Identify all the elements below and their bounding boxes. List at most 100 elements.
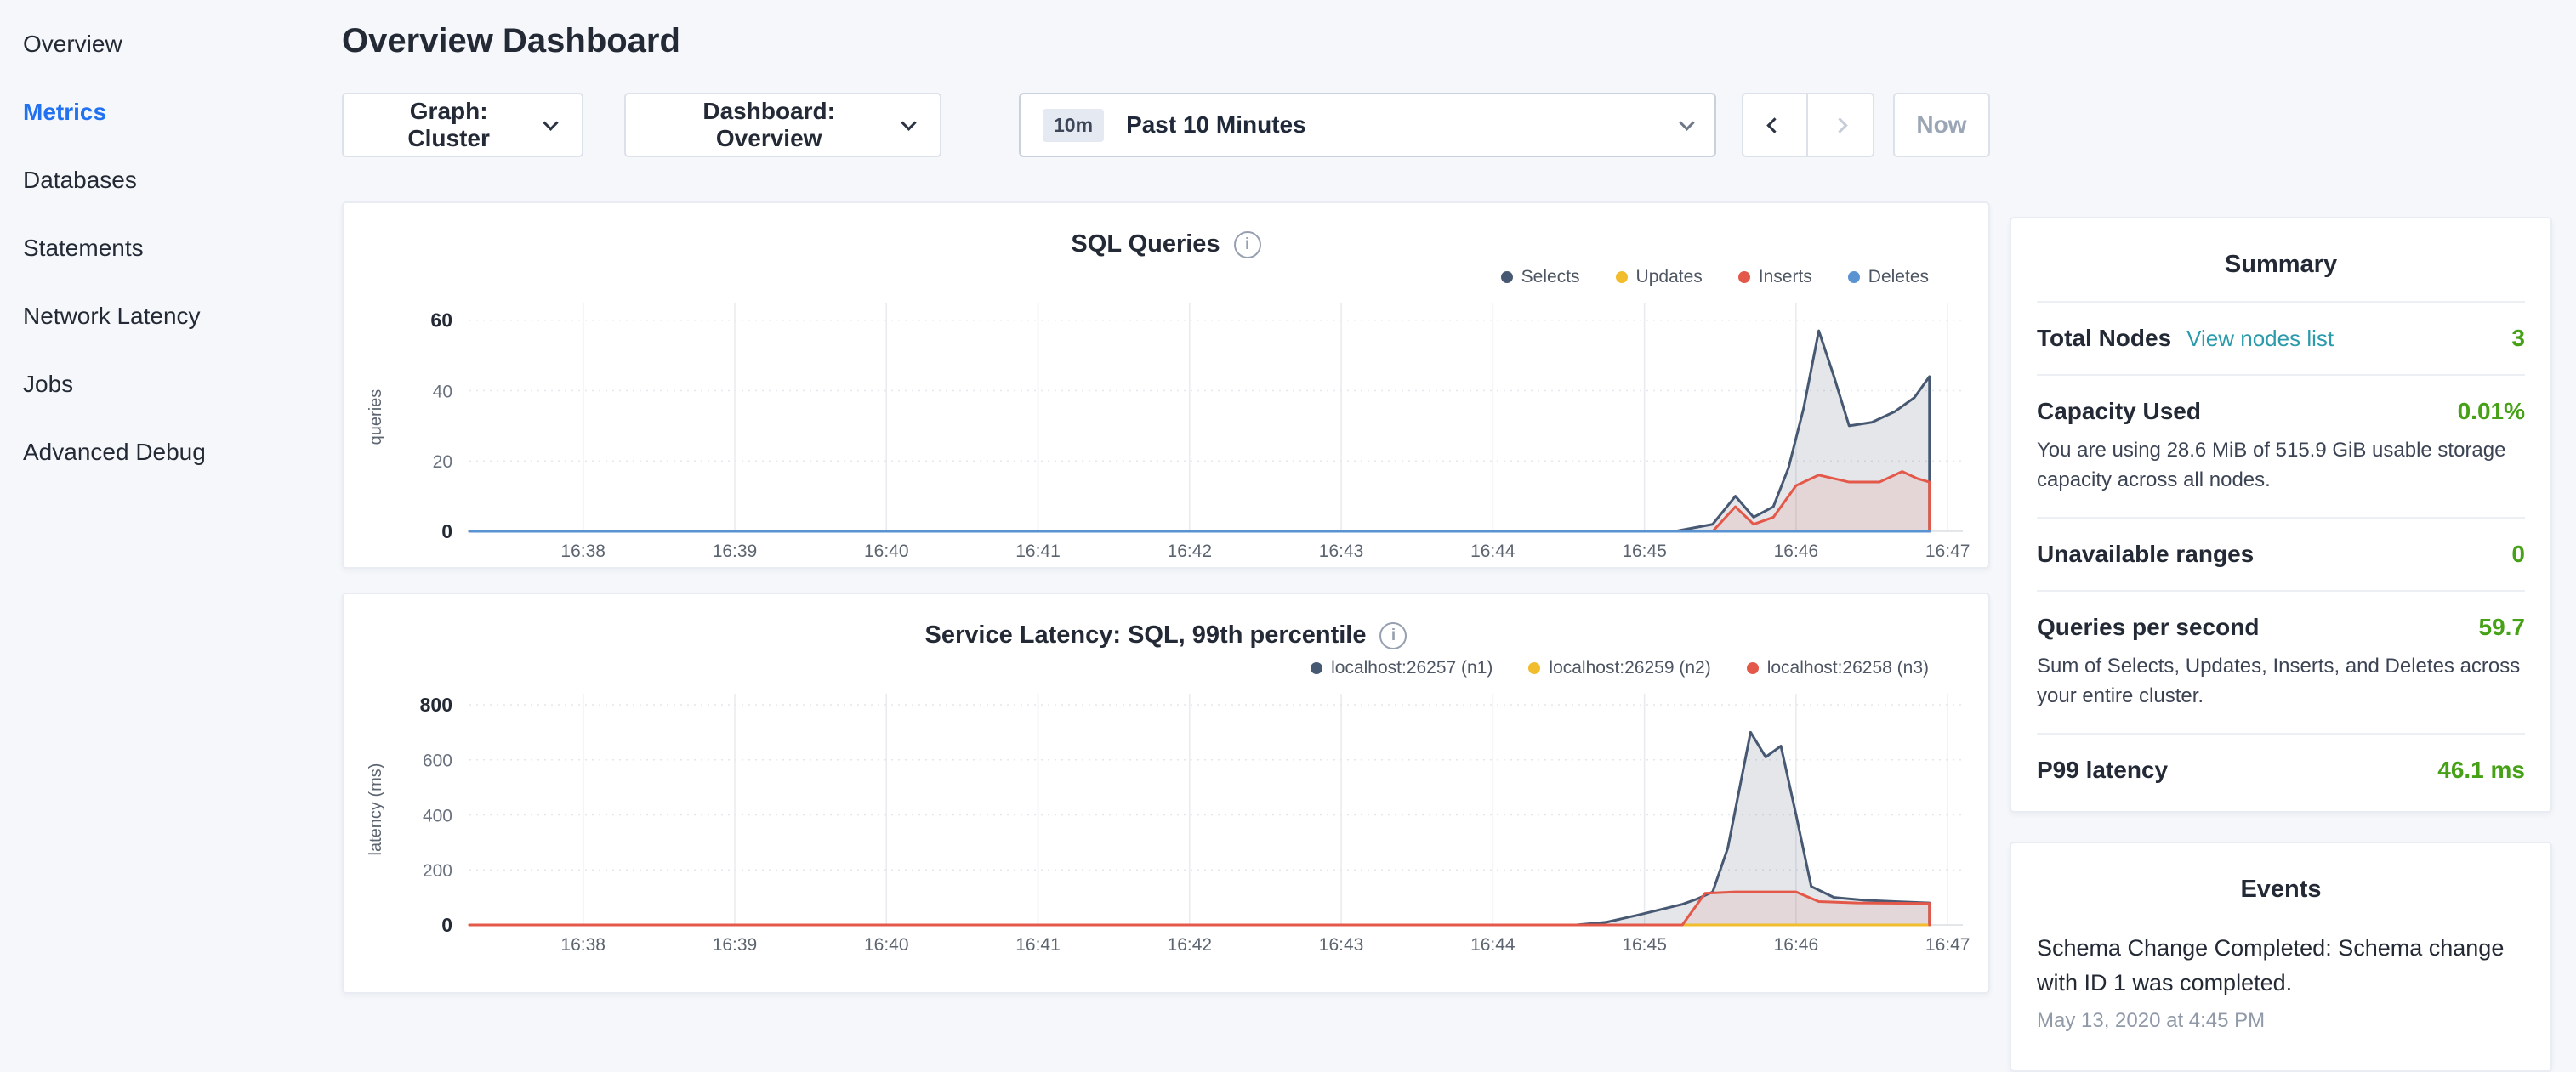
time-range-label: Past 10 Minutes (1126, 111, 1681, 139)
summary-card: Summary Total Nodes View nodes list 3 Ca… (2010, 217, 2552, 813)
svg-text:16:39: 16:39 (713, 542, 758, 561)
sidebar-item-advanced-debug[interactable]: Advanced Debug (0, 418, 340, 486)
legend-label: Updates (1636, 267, 1703, 287)
time-forward-button[interactable] (1808, 93, 1874, 157)
svg-text:0: 0 (441, 520, 452, 542)
right-sidebar: Summary Total Nodes View nodes list 3 Ca… (2010, 217, 2552, 1072)
svg-text:16:44: 16:44 (1470, 935, 1515, 955)
legend-item[interactable]: Deletes (1848, 267, 1929, 287)
legend-item[interactable]: Inserts (1738, 267, 1812, 287)
dashboard-dropdown-label: Dashboard: Overview (651, 98, 886, 152)
p99-latency-value: 46.1 ms (2437, 757, 2525, 784)
summary-row-unavailable-ranges: Unavailable ranges 0 (2037, 517, 2525, 590)
svg-text:16:45: 16:45 (1622, 935, 1667, 955)
sidebar-item-statements[interactable]: Statements (0, 214, 340, 282)
event-item[interactable]: Schema Change Completed: Schema change w… (2037, 931, 2525, 1033)
chart-legend: localhost:26257 (n1) localhost:26259 (n2)… (344, 649, 1988, 675)
total-nodes-value: 3 (2511, 325, 2525, 352)
unavailable-ranges-label: Unavailable ranges (2037, 541, 2254, 568)
legend-dot-icon (1501, 271, 1513, 283)
legend-dot-icon (1848, 271, 1860, 283)
summary-row-total-nodes: Total Nodes View nodes list 3 (2037, 301, 2525, 374)
svg-text:16:42: 16:42 (1168, 935, 1213, 955)
chart-legend: Selects Updates Inserts Deletes (344, 258, 1988, 284)
svg-text:400: 400 (423, 806, 452, 825)
legend-label: localhost:26257 (n1) (1331, 658, 1493, 678)
chevron-right-icon (1833, 117, 1848, 133)
svg-text:16:39: 16:39 (713, 935, 758, 955)
legend-item[interactable]: Updates (1616, 267, 1703, 287)
sidebar-item-jobs[interactable]: Jobs (0, 350, 340, 418)
sidebar-item-databases[interactable]: Databases (0, 146, 340, 214)
time-nav-group (1742, 93, 1874, 157)
svg-text:16:42: 16:42 (1168, 542, 1213, 561)
chevron-left-icon (1767, 117, 1783, 133)
legend-item[interactable]: localhost:26259 (n2) (1528, 658, 1710, 678)
svg-text:16:46: 16:46 (1774, 935, 1819, 955)
svg-text:20: 20 (433, 452, 452, 472)
svg-text:16:44: 16:44 (1470, 542, 1515, 561)
summary-title: Summary (2037, 218, 2525, 301)
chart-title-row: SQL Queries (344, 203, 1988, 258)
capacity-used-value: 0.01% (2458, 398, 2525, 425)
legend-label: Selects (1521, 267, 1580, 287)
sql-queries-chart: 16:38 16:39 16:40 16:41 16:42 16:43 16:44 16:45… (344, 289, 1988, 567)
events-title: Events (2037, 843, 2525, 926)
svg-text:16:47: 16:47 (1925, 542, 1970, 561)
info-icon[interactable] (1234, 231, 1261, 258)
chevron-down-icon (543, 115, 559, 130)
svg-text:16:45: 16:45 (1622, 542, 1667, 561)
main-content: Overview Dashboard Graph: Cluster Dashbo… (342, 0, 1990, 994)
info-icon[interactable] (1379, 622, 1407, 649)
graph-dropdown[interactable]: Graph: Cluster (342, 93, 583, 157)
legend-item[interactable]: localhost:26257 (n1) (1311, 658, 1493, 678)
svg-text:16:47: 16:47 (1925, 935, 1970, 955)
queries-per-second-label: Queries per second (2037, 614, 2259, 641)
svg-text:600: 600 (423, 752, 452, 771)
sql-queries-chart-card: SQL Queries Selects Updates Inserts Deletes… (342, 201, 1990, 569)
chart-title: SQL Queries (1071, 230, 1220, 258)
legend-item[interactable]: Selects (1501, 267, 1580, 287)
summary-row-p99-latency: P99 latency 46.1 ms (2037, 733, 2525, 806)
svg-text:16:38: 16:38 (560, 542, 606, 561)
total-nodes-label: Total Nodes (2037, 325, 2171, 352)
legend-label: localhost:26258 (n3) (1767, 658, 1929, 678)
sidebar-item-metrics[interactable]: Metrics (0, 78, 340, 146)
sidebar-item-network-latency[interactable]: Network Latency (0, 282, 340, 350)
graph-dropdown-label: Graph: Cluster (369, 98, 528, 152)
svg-text:40: 40 (433, 382, 452, 401)
svg-text:0: 0 (441, 914, 452, 936)
legend-item[interactable]: localhost:26258 (n3) (1747, 658, 1929, 678)
page-title: Overview Dashboard (342, 22, 1990, 60)
dashboard-dropdown[interactable]: Dashboard: Overview (624, 93, 941, 157)
legend-dot-icon (1311, 662, 1322, 674)
queries-per-second-description: Sum of Selects, Updates, Inserts, and De… (2037, 651, 2525, 711)
event-message: Schema Change Completed: Schema change w… (2037, 931, 2525, 1001)
service-latency-chart: 16:3816:3916:4016:4116:4216:4316:4416:45… (344, 680, 1988, 961)
chevron-down-icon (901, 115, 916, 130)
legend-dot-icon (1528, 662, 1540, 674)
svg-text:queries: queries (367, 389, 385, 445)
svg-text:16:46: 16:46 (1774, 542, 1819, 561)
chevron-down-icon (1679, 115, 1694, 130)
svg-text:16:43: 16:43 (1319, 542, 1364, 561)
svg-text:16:41: 16:41 (1015, 542, 1061, 561)
legend-dot-icon (1747, 662, 1759, 674)
view-nodes-list-link[interactable]: View nodes list (2186, 326, 2334, 352)
capacity-used-label: Capacity Used (2037, 398, 2201, 425)
legend-dot-icon (1738, 271, 1750, 283)
capacity-used-description: You are using 28.6 MiB of 515.9 GiB usab… (2037, 435, 2525, 495)
controls-bar: Graph: Cluster Dashboard: Overview 10m P… (342, 93, 1990, 157)
time-back-button[interactable] (1742, 93, 1808, 157)
time-range-dropdown[interactable]: 10m Past 10 Minutes (1019, 93, 1716, 157)
now-button[interactable]: Now (1893, 93, 1990, 157)
svg-text:16:40: 16:40 (864, 542, 909, 561)
service-latency-chart-card: Service Latency: SQL, 99th percentile lo… (342, 593, 1990, 994)
svg-text:800: 800 (420, 694, 452, 716)
svg-text:16:43: 16:43 (1319, 935, 1364, 955)
svg-text:16:40: 16:40 (864, 935, 909, 955)
chart-title-row: Service Latency: SQL, 99th percentile (344, 594, 1988, 649)
svg-text:latency (ms): latency (ms) (367, 763, 385, 856)
svg-text:60: 60 (430, 309, 452, 332)
sidebar-item-overview[interactable]: Overview (0, 10, 340, 78)
